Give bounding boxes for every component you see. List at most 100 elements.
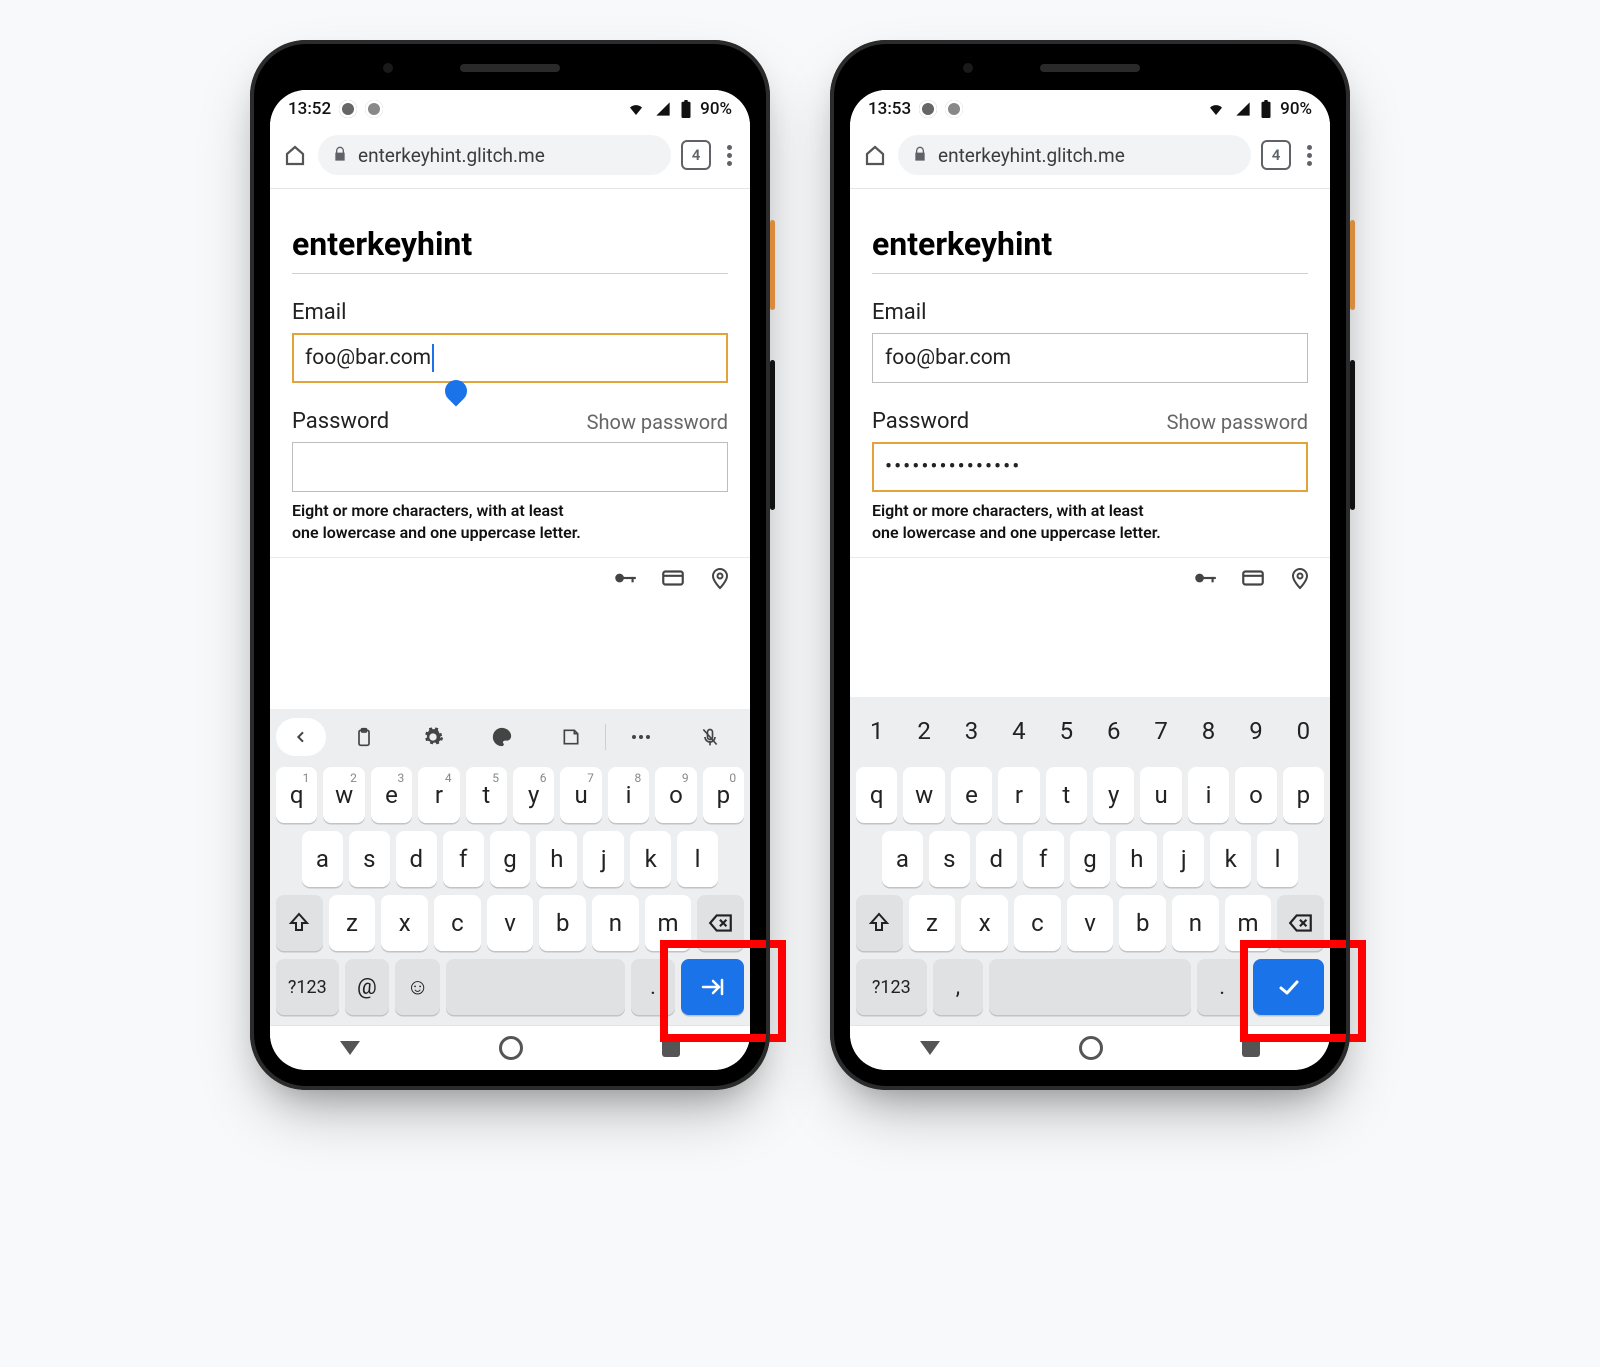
key-c[interactable]: c — [1014, 895, 1061, 951]
spacebar-key[interactable] — [989, 959, 1191, 1015]
address-pin-icon[interactable] — [708, 566, 732, 594]
tab-switcher[interactable]: 4 — [681, 140, 711, 170]
key-dot[interactable]: . — [1197, 959, 1247, 1015]
kb-sticker-icon[interactable] — [536, 727, 605, 747]
enter-key-next[interactable] — [681, 959, 744, 1015]
overflow-menu-icon[interactable] — [721, 145, 738, 166]
key-v[interactable]: v — [1067, 895, 1114, 951]
key-z[interactable]: z — [909, 895, 956, 951]
kb-clipboard-icon[interactable] — [330, 726, 399, 748]
key-3[interactable]: 3 — [951, 703, 992, 759]
backspace-key[interactable] — [1277, 895, 1324, 951]
key-h[interactable]: h — [1116, 831, 1157, 887]
nav-back[interactable] — [920, 1041, 940, 1055]
nav-back[interactable] — [340, 1041, 360, 1055]
key-g[interactable]: g — [1070, 831, 1111, 887]
address-bar[interactable]: enterkeyhint.glitch.me — [898, 135, 1251, 175]
home-button[interactable] — [282, 143, 308, 167]
key-7[interactable]: 7 — [1140, 703, 1181, 759]
key-o[interactable]: o9 — [655, 767, 696, 823]
nav-recents[interactable] — [662, 1039, 680, 1057]
symbols-key[interactable]: ?123 — [276, 959, 339, 1015]
key-u[interactable]: u — [1140, 767, 1181, 823]
key-r[interactable]: r — [998, 767, 1039, 823]
tab-switcher[interactable]: 4 — [1261, 140, 1291, 170]
key-l[interactable]: l — [677, 831, 718, 887]
shift-key[interactable] — [856, 895, 903, 951]
key-c[interactable]: c — [434, 895, 481, 951]
key-5[interactable]: 5 — [1046, 703, 1087, 759]
key-y[interactable]: y — [1093, 767, 1134, 823]
key-p[interactable]: p — [1283, 767, 1324, 823]
backspace-key[interactable] — [697, 895, 744, 951]
nav-home[interactable] — [1079, 1036, 1103, 1060]
key-g[interactable]: g — [490, 831, 531, 887]
key-j[interactable]: j — [583, 831, 624, 887]
key-l[interactable]: l — [1257, 831, 1298, 887]
key-o[interactable]: o — [1235, 767, 1276, 823]
overflow-menu-icon[interactable] — [1301, 145, 1318, 166]
key-t[interactable]: t — [1046, 767, 1087, 823]
key-4[interactable]: 4 — [998, 703, 1039, 759]
key-t[interactable]: t5 — [466, 767, 507, 823]
key-dot[interactable]: . — [631, 959, 676, 1015]
password-key-icon[interactable] — [612, 565, 638, 595]
password-key-icon[interactable] — [1192, 565, 1218, 595]
emoji-key[interactable]: ☺ — [395, 959, 440, 1015]
key-b[interactable]: b — [1119, 895, 1166, 951]
key-j[interactable]: j — [1163, 831, 1204, 887]
email-field[interactable]: foo@bar.com — [872, 333, 1308, 383]
key-m[interactable]: m — [645, 895, 692, 951]
address-pin-icon[interactable] — [1288, 566, 1312, 594]
key-i[interactable]: i — [1188, 767, 1229, 823]
key-u[interactable]: u7 — [560, 767, 601, 823]
key-extra1[interactable]: , — [933, 959, 983, 1015]
key-d[interactable]: d — [976, 831, 1017, 887]
kb-back-button[interactable] — [276, 718, 326, 756]
key-x[interactable]: x — [381, 895, 428, 951]
payment-card-icon[interactable] — [1240, 565, 1266, 595]
shift-key[interactable] — [276, 895, 323, 951]
key-1[interactable]: 1 — [856, 703, 897, 759]
nav-recents[interactable] — [1242, 1039, 1260, 1057]
show-password-toggle[interactable]: Show password — [587, 410, 728, 434]
home-button[interactable] — [862, 143, 888, 167]
key-8[interactable]: 8 — [1188, 703, 1229, 759]
key-q[interactable]: q — [856, 767, 897, 823]
key-e[interactable]: e — [951, 767, 992, 823]
key-k[interactable]: k — [630, 831, 671, 887]
key-z[interactable]: z — [329, 895, 376, 951]
key-p[interactable]: p0 — [703, 767, 744, 823]
key-h[interactable]: h — [536, 831, 577, 887]
key-q[interactable]: q1 — [276, 767, 317, 823]
key-w[interactable]: w — [903, 767, 944, 823]
key-m[interactable]: m — [1225, 895, 1272, 951]
key-v[interactable]: v — [487, 895, 534, 951]
key-y[interactable]: y6 — [513, 767, 554, 823]
email-field[interactable]: foo@bar.com — [292, 333, 728, 383]
key-n[interactable]: n — [592, 895, 639, 951]
key-f[interactable]: f — [1023, 831, 1064, 887]
key-s[interactable]: s — [349, 831, 390, 887]
key-extra1[interactable]: @ — [345, 959, 390, 1015]
key-i[interactable]: i8 — [608, 767, 649, 823]
key-0[interactable]: 0 — [1283, 703, 1324, 759]
kb-more-icon[interactable] — [606, 733, 675, 741]
payment-card-icon[interactable] — [660, 565, 686, 595]
password-field[interactable] — [292, 442, 728, 492]
key-w[interactable]: w2 — [323, 767, 364, 823]
key-9[interactable]: 9 — [1235, 703, 1276, 759]
kb-mic-icon[interactable] — [675, 726, 744, 748]
password-field[interactable]: ••••••••••••••• — [872, 442, 1308, 492]
enter-key-done[interactable] — [1253, 959, 1324, 1015]
key-d[interactable]: d — [396, 831, 437, 887]
symbols-key[interactable]: ?123 — [856, 959, 927, 1015]
key-e[interactable]: e3 — [371, 767, 412, 823]
key-6[interactable]: 6 — [1093, 703, 1134, 759]
nav-home[interactable] — [499, 1036, 523, 1060]
key-b[interactable]: b — [539, 895, 586, 951]
key-x[interactable]: x — [961, 895, 1008, 951]
key-f[interactable]: f — [443, 831, 484, 887]
key-k[interactable]: k — [1210, 831, 1251, 887]
spacebar-key[interactable] — [446, 959, 625, 1015]
